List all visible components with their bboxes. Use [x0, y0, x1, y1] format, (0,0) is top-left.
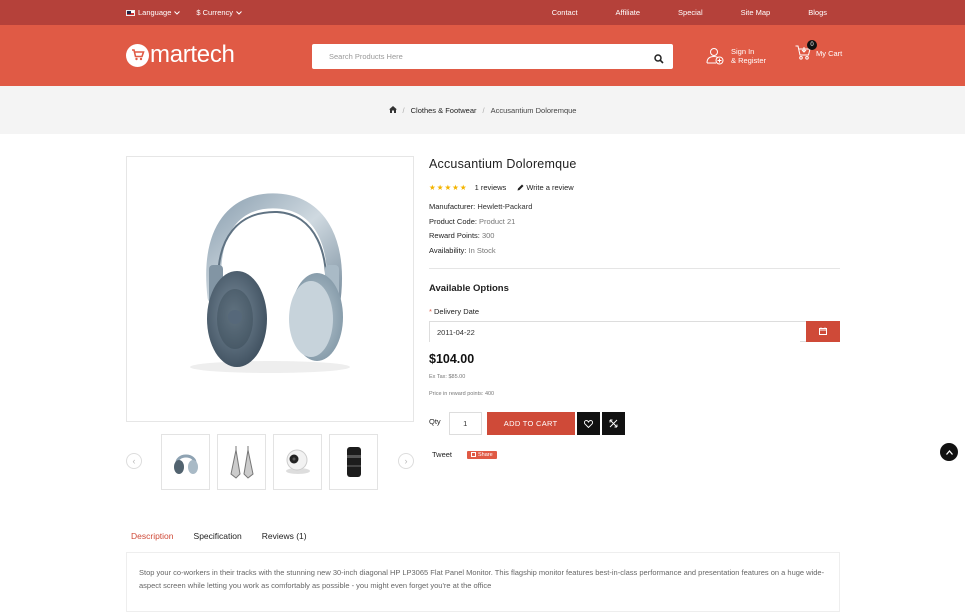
thumbnail-camera[interactable]	[273, 434, 322, 490]
thumbnail-carousel: ‹ ›	[126, 434, 414, 490]
manufacturer-link[interactable]: Hewlett-Packard	[477, 202, 532, 211]
top-bar: Language $ Currency Contact Affiliate Sp…	[0, 0, 965, 25]
ex-tax-price: Ex Tax: $85.00	[429, 373, 466, 380]
reward-points-value: 300	[481, 231, 495, 241]
main-product-image[interactable]	[126, 156, 414, 422]
delivery-date-input[interactable]	[430, 322, 800, 342]
qty-input[interactable]	[448, 412, 482, 435]
search-input[interactable]	[312, 44, 632, 69]
logo-cart-icon	[126, 43, 149, 67]
breadcrumb-separator: /	[402, 105, 405, 115]
write-review-label: Write a review	[526, 183, 574, 192]
qty-label: Qty	[429, 417, 441, 426]
product-rating: ★★★★★ 1 reviews Write a review	[429, 183, 840, 192]
pencil-icon	[517, 184, 524, 191]
user-add-icon	[706, 48, 724, 65]
reward-points-label: Reward Points:	[429, 231, 480, 241]
product-title: Accusantium Doloremque	[429, 157, 577, 171]
delivery-date-field	[429, 320, 840, 342]
thumbnail-earrings[interactable]	[217, 434, 266, 490]
flag-icon	[126, 9, 135, 16]
breadcrumb-separator: /	[482, 105, 485, 115]
availability-label: Availability:	[429, 246, 467, 256]
chevron-up-icon	[945, 449, 953, 455]
cart-label: My Cart	[816, 49, 843, 58]
product-code-value: Product 21	[479, 216, 516, 226]
delivery-date-label: Delivery Date	[434, 306, 480, 316]
price-in-reward-points: Price in reward points: 400	[429, 390, 495, 397]
language-dropdown[interactable]: Language	[126, 8, 181, 17]
thumbnail-lens[interactable]	[329, 434, 378, 490]
product-tabs: Description Specification Reviews (1)	[131, 531, 307, 541]
search-icon[interactable]	[654, 51, 664, 69]
description-text: Stop your co-workers in their tracks wit…	[139, 568, 825, 590]
topbar-link-affiliate[interactable]: Affiliate	[616, 8, 640, 17]
currency-dropdown[interactable]: $ Currency	[196, 8, 242, 17]
social-share: Tweet Share	[432, 450, 497, 459]
language-label: Language	[138, 8, 172, 17]
add-to-cart-row: Qty ADD TO CART	[429, 412, 625, 435]
heart-icon	[583, 419, 593, 428]
add-to-cart-button[interactable]: ADD TO CART	[486, 412, 575, 435]
topbar-link-blogs[interactable]: Blogs	[808, 8, 827, 17]
topbar-link-site-map[interactable]: Site Map	[741, 8, 771, 17]
home-icon[interactable]	[388, 105, 397, 115]
description-panel: Stop your co-workers in their tracks wit…	[126, 552, 840, 612]
tab-specification[interactable]: Specification	[194, 531, 242, 541]
headphones-image	[190, 193, 350, 373]
search-box	[312, 44, 673, 69]
breadcrumb: / Clothes & Footwear / Accusantium Dolor…	[0, 86, 965, 134]
scroll-to-top-button[interactable]	[940, 443, 958, 461]
required-marker: *	[429, 306, 432, 316]
carousel-next-button[interactable]: ›	[398, 453, 414, 469]
wishlist-button[interactable]	[576, 412, 600, 435]
logo[interactable]: martech	[126, 41, 235, 69]
logo-text: martech	[150, 41, 235, 68]
chevron-down-icon	[236, 10, 242, 15]
delivery-date-label-row: * Delivery Date	[429, 307, 840, 316]
sign-in-label: Sign In	[731, 47, 755, 56]
compare-icon	[609, 419, 618, 428]
divider	[429, 267, 840, 269]
rating-stars: ★★★★★	[429, 183, 468, 192]
share-button[interactable]: Share	[467, 450, 497, 459]
product-code-label: Product Code:	[429, 216, 477, 226]
share-label: Share	[478, 451, 493, 458]
calendar-icon	[819, 327, 827, 336]
currency-label: $ Currency	[196, 8, 234, 17]
calendar-button[interactable]	[806, 320, 840, 342]
manufacturer-label: Manufacturer:	[429, 202, 476, 211]
topbar-link-contact[interactable]: Contact	[552, 8, 578, 17]
tab-reviews[interactable]: Reviews (1)	[262, 531, 307, 541]
availability-value: In Stock	[468, 246, 496, 256]
breadcrumb-current: Accusantium Doloremque	[490, 105, 577, 115]
register-label: & Register	[731, 56, 767, 65]
carousel-prev-button[interactable]: ‹	[126, 453, 142, 469]
cart-count-badge: 0	[807, 40, 817, 50]
reviews-link[interactable]: 1 reviews	[475, 183, 507, 192]
breadcrumb-category[interactable]: Clothes & Footwear	[411, 106, 477, 115]
sign-in-register[interactable]: Sign In & Register	[706, 47, 766, 65]
topbar-link-special[interactable]: Special	[678, 8, 703, 17]
share-icon	[471, 452, 477, 457]
compare-button[interactable]	[601, 412, 625, 435]
thumbnail-headphones[interactable]	[161, 434, 210, 490]
cart-button[interactable]: 0 My Cart	[795, 40, 843, 62]
header: martech Sign In & Register 0 My Cart	[0, 25, 965, 86]
product-specs: Manufacturer: Hewlett-Packard Product Co…	[429, 200, 840, 259]
available-options-heading: Available Options	[429, 282, 509, 294]
write-review-link[interactable]: Write a review	[517, 183, 574, 192]
tweet-button[interactable]: Tweet	[432, 450, 452, 459]
product-info: Accusantium Doloremque ★★★★★ 1 reviews W…	[429, 156, 840, 397]
tab-description[interactable]: Description	[131, 531, 174, 541]
chevron-down-icon	[174, 10, 181, 15]
product-price: $104.00	[429, 351, 475, 366]
